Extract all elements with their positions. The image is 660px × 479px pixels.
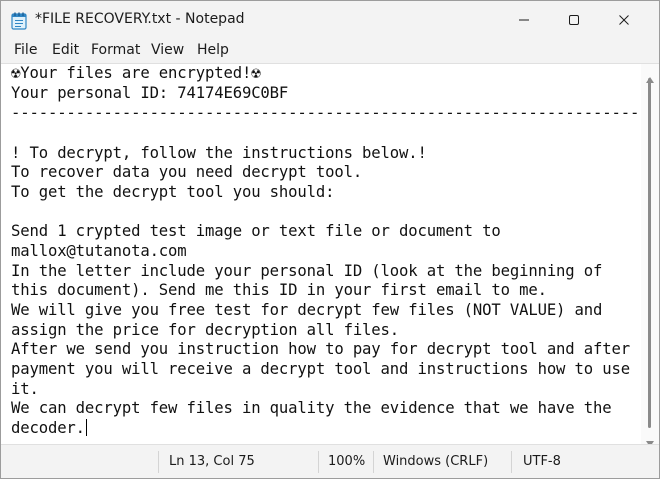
text-line: payment you will receive a decrypt tool … bbox=[11, 360, 630, 378]
text-line-last: decoder. bbox=[11, 418, 87, 438]
window-title: *FILE RECOVERY.txt - Notepad bbox=[35, 11, 245, 27]
notepad-icon bbox=[11, 12, 27, 30]
text-line: To recover data you need decrypt tool. bbox=[11, 163, 363, 181]
maximize-icon bbox=[568, 11, 580, 30]
menu-format[interactable]: Format bbox=[91, 42, 140, 58]
notepad-window: *FILE RECOVERY.txt - Notepad File Edit F… bbox=[0, 0, 660, 479]
cursor-position: Ln 13, Col 75 bbox=[169, 454, 255, 469]
line-ending: Windows (CRLF) bbox=[383, 454, 489, 469]
title-bar[interactable]: *FILE RECOVERY.txt - Notepad bbox=[1, 1, 659, 39]
status-divider bbox=[158, 451, 159, 473]
text-line: mallox@tutanota.com bbox=[11, 242, 187, 260]
text-line: ☢Your files are encrypted!☢ bbox=[11, 64, 261, 82]
status-divider bbox=[373, 451, 374, 473]
text-line: In the letter include your personal ID (… bbox=[11, 262, 603, 280]
text-line: ! To decrypt, follow the instructions be… bbox=[11, 144, 427, 162]
text-line: Send 1 crypted test image or text file o… bbox=[11, 222, 501, 240]
text-line: After we send you instruction how to pay… bbox=[11, 340, 630, 358]
zoom-level: 100% bbox=[328, 454, 366, 469]
close-icon bbox=[618, 11, 630, 30]
maximize-button[interactable] bbox=[551, 1, 597, 39]
text-line: We can decrypt few files in quality the … bbox=[11, 399, 612, 417]
menu-file[interactable]: File bbox=[14, 42, 37, 58]
scroll-up-arrow-icon[interactable] bbox=[646, 68, 654, 83]
scrollbar-thumb[interactable] bbox=[648, 78, 651, 428]
menu-edit[interactable]: Edit bbox=[52, 42, 79, 58]
menu-view[interactable]: View bbox=[151, 42, 184, 58]
menu-help[interactable]: Help bbox=[197, 42, 229, 58]
text-encoding: UTF-8 bbox=[523, 454, 561, 469]
text-caret bbox=[85, 419, 87, 436]
text-editor[interactable]: ☢Your files are encrypted!☢ Your persona… bbox=[1, 64, 641, 444]
text-line: ----------------------------------------… bbox=[11, 104, 641, 122]
text-line: Your personal ID: 74174E69C0BF bbox=[11, 84, 289, 102]
scroll-down-arrow-icon[interactable] bbox=[646, 432, 654, 447]
text-line: We will give you free test for decrypt f… bbox=[11, 301, 603, 319]
close-button[interactable] bbox=[601, 1, 647, 39]
text-line: it. bbox=[11, 380, 39, 398]
vertical-scrollbar[interactable] bbox=[641, 64, 659, 447]
text-line: assign the price for decryption all file… bbox=[11, 321, 400, 339]
text-line-content: decoder. bbox=[11, 419, 85, 437]
status-bar: Ln 13, Col 75 100% Windows (CRLF) UTF-8 bbox=[1, 444, 659, 478]
text-line: this document). Send me this ID in your … bbox=[11, 281, 547, 299]
minimize-button[interactable] bbox=[501, 1, 547, 39]
status-divider bbox=[511, 451, 512, 473]
minimize-icon bbox=[518, 11, 530, 30]
status-divider bbox=[318, 451, 319, 473]
text-line: To get the decrypt tool you should: bbox=[11, 183, 335, 201]
menu-bar: File Edit Format View Help bbox=[1, 39, 659, 64]
